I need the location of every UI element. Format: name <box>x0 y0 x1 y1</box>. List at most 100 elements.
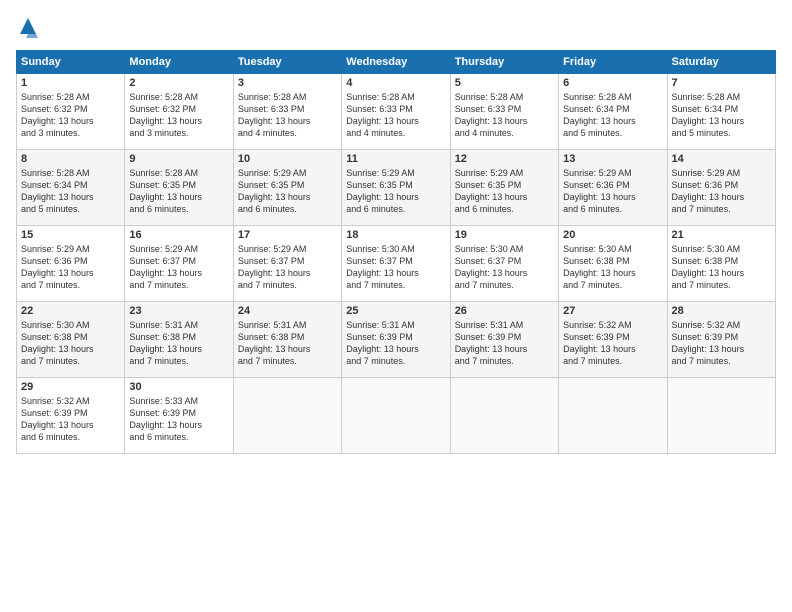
day-number: 30 <box>129 381 228 393</box>
day-info: Sunrise: 5:29 AM Sunset: 6:37 PM Dayligh… <box>238 243 337 292</box>
day-number: 27 <box>563 305 662 317</box>
day-number: 25 <box>346 305 445 317</box>
day-header-saturday: Saturday <box>667 51 775 74</box>
day-info: Sunrise: 5:30 AM Sunset: 6:37 PM Dayligh… <box>455 243 554 292</box>
day-number: 20 <box>563 229 662 241</box>
day-number: 7 <box>672 77 771 89</box>
calendar-cell <box>342 378 450 454</box>
day-info: Sunrise: 5:33 AM Sunset: 6:39 PM Dayligh… <box>129 395 228 444</box>
calendar-table: SundayMondayTuesdayWednesdayThursdayFrid… <box>16 50 776 454</box>
calendar-week-2: 8 Sunrise: 5:28 AM Sunset: 6:34 PM Daylig… <box>17 150 776 226</box>
logo-icon <box>16 16 40 40</box>
day-info: Sunrise: 5:32 AM Sunset: 6:39 PM Dayligh… <box>672 319 771 368</box>
calendar-cell: 12 Sunrise: 5:29 AM Sunset: 6:35 PM Dayli… <box>450 150 558 226</box>
calendar-cell: 19 Sunrise: 5:30 AM Sunset: 6:37 PM Dayli… <box>450 226 558 302</box>
calendar-cell: 28 Sunrise: 5:32 AM Sunset: 6:39 PM Dayli… <box>667 302 775 378</box>
day-number: 17 <box>238 229 337 241</box>
day-number: 1 <box>21 77 120 89</box>
day-number: 26 <box>455 305 554 317</box>
day-header-sunday: Sunday <box>17 51 125 74</box>
day-number: 6 <box>563 77 662 89</box>
day-header-thursday: Thursday <box>450 51 558 74</box>
calendar-cell: 16 Sunrise: 5:29 AM Sunset: 6:37 PM Dayli… <box>125 226 233 302</box>
day-info: Sunrise: 5:29 AM Sunset: 6:35 PM Dayligh… <box>455 167 554 216</box>
day-number: 29 <box>21 381 120 393</box>
day-info: Sunrise: 5:28 AM Sunset: 6:34 PM Dayligh… <box>672 91 771 140</box>
day-number: 5 <box>455 77 554 89</box>
calendar-week-3: 15Sunrise: 5:29 AM Sunset: 6:36 PM Dayli… <box>17 226 776 302</box>
day-info: Sunrise: 5:31 AM Sunset: 6:38 PM Dayligh… <box>238 319 337 368</box>
calendar-cell <box>450 378 558 454</box>
calendar-cell: 3 Sunrise: 5:28 AM Sunset: 6:33 PM Daylig… <box>233 74 341 150</box>
calendar-cell: 15Sunrise: 5:29 AM Sunset: 6:36 PM Dayli… <box>17 226 125 302</box>
page: SundayMondayTuesdayWednesdayThursdayFrid… <box>0 0 792 612</box>
day-header-tuesday: Tuesday <box>233 51 341 74</box>
day-info: Sunrise: 5:32 AM Sunset: 6:39 PM Dayligh… <box>21 395 120 444</box>
day-info: Sunrise: 5:32 AM Sunset: 6:39 PM Dayligh… <box>563 319 662 368</box>
calendar-cell: 2 Sunrise: 5:28 AM Sunset: 6:32 PM Daylig… <box>125 74 233 150</box>
calendar-week-1: 1 Sunrise: 5:28 AM Sunset: 6:32 PM Daylig… <box>17 74 776 150</box>
day-info: Sunrise: 5:30 AM Sunset: 6:37 PM Dayligh… <box>346 243 445 292</box>
day-number: 28 <box>672 305 771 317</box>
day-info: Sunrise: 5:28 AM Sunset: 6:32 PM Dayligh… <box>21 91 120 140</box>
calendar-cell <box>233 378 341 454</box>
day-info: Sunrise: 5:29 AM Sunset: 6:36 PM Dayligh… <box>563 167 662 216</box>
day-number: 8 <box>21 153 120 165</box>
calendar-cell: 27 Sunrise: 5:32 AM Sunset: 6:39 PM Dayli… <box>559 302 667 378</box>
day-info: Sunrise: 5:29 AM Sunset: 6:35 PM Dayligh… <box>238 167 337 216</box>
calendar-cell: 13 Sunrise: 5:29 AM Sunset: 6:36 PM Dayli… <box>559 150 667 226</box>
calendar-cell: 18 Sunrise: 5:30 AM Sunset: 6:37 PM Dayli… <box>342 226 450 302</box>
calendar-cell: 9Sunrise: 5:28 AM Sunset: 6:35 PM Daylig… <box>125 150 233 226</box>
day-number: 14 <box>672 153 771 165</box>
day-info: Sunrise: 5:29 AM Sunset: 6:36 PM Dayligh… <box>21 243 120 292</box>
calendar-cell: 24 Sunrise: 5:31 AM Sunset: 6:38 PM Dayli… <box>233 302 341 378</box>
day-info: Sunrise: 5:28 AM Sunset: 6:35 PM Dayligh… <box>129 167 228 216</box>
day-info: Sunrise: 5:28 AM Sunset: 6:33 PM Dayligh… <box>455 91 554 140</box>
calendar-header-row: SundayMondayTuesdayWednesdayThursdayFrid… <box>17 51 776 74</box>
calendar-cell: 23Sunrise: 5:31 AM Sunset: 6:38 PM Dayli… <box>125 302 233 378</box>
calendar-cell: 6 Sunrise: 5:28 AM Sunset: 6:34 PM Daylig… <box>559 74 667 150</box>
day-number: 16 <box>129 229 228 241</box>
logo <box>16 16 44 40</box>
day-info: Sunrise: 5:30 AM Sunset: 6:38 PM Dayligh… <box>563 243 662 292</box>
day-info: Sunrise: 5:29 AM Sunset: 6:36 PM Dayligh… <box>672 167 771 216</box>
day-number: 24 <box>238 305 337 317</box>
day-info: Sunrise: 5:30 AM Sunset: 6:38 PM Dayligh… <box>21 319 120 368</box>
day-number: 12 <box>455 153 554 165</box>
calendar-cell: 10 Sunrise: 5:29 AM Sunset: 6:35 PM Dayli… <box>233 150 341 226</box>
calendar-cell: 5 Sunrise: 5:28 AM Sunset: 6:33 PM Daylig… <box>450 74 558 150</box>
day-info: Sunrise: 5:28 AM Sunset: 6:32 PM Dayligh… <box>129 91 228 140</box>
calendar-cell: 7 Sunrise: 5:28 AM Sunset: 6:34 PM Daylig… <box>667 74 775 150</box>
calendar-week-5: 29 Sunrise: 5:32 AM Sunset: 6:39 PM Dayli… <box>17 378 776 454</box>
day-number: 3 <box>238 77 337 89</box>
calendar-cell: 30 Sunrise: 5:33 AM Sunset: 6:39 PM Dayli… <box>125 378 233 454</box>
calendar-cell <box>667 378 775 454</box>
day-info: Sunrise: 5:29 AM Sunset: 6:35 PM Dayligh… <box>346 167 445 216</box>
day-info: Sunrise: 5:31 AM Sunset: 6:39 PM Dayligh… <box>455 319 554 368</box>
day-number: 19 <box>455 229 554 241</box>
day-number: 22 <box>21 305 120 317</box>
calendar-cell: 22 Sunrise: 5:30 AM Sunset: 6:38 PM Dayli… <box>17 302 125 378</box>
day-info: Sunrise: 5:29 AM Sunset: 6:37 PM Dayligh… <box>129 243 228 292</box>
day-number: 4 <box>346 77 445 89</box>
day-info: Sunrise: 5:28 AM Sunset: 6:33 PM Dayligh… <box>238 91 337 140</box>
day-number: 18 <box>346 229 445 241</box>
day-number: 21 <box>672 229 771 241</box>
calendar-cell: 4 Sunrise: 5:28 AM Sunset: 6:33 PM Daylig… <box>342 74 450 150</box>
day-info: Sunrise: 5:30 AM Sunset: 6:38 PM Dayligh… <box>672 243 771 292</box>
calendar-cell: 14 Sunrise: 5:29 AM Sunset: 6:36 PM Dayli… <box>667 150 775 226</box>
calendar-cell <box>559 378 667 454</box>
day-header-monday: Monday <box>125 51 233 74</box>
calendar-week-4: 22 Sunrise: 5:30 AM Sunset: 6:38 PM Dayli… <box>17 302 776 378</box>
day-number: 11 <box>346 153 445 165</box>
day-number: 2 <box>129 77 228 89</box>
calendar-cell: 1 Sunrise: 5:28 AM Sunset: 6:32 PM Daylig… <box>17 74 125 150</box>
day-number: 13 <box>563 153 662 165</box>
day-info: Sunrise: 5:28 AM Sunset: 6:33 PM Dayligh… <box>346 91 445 140</box>
day-info: Sunrise: 5:28 AM Sunset: 6:34 PM Dayligh… <box>21 167 120 216</box>
calendar-cell: 26 Sunrise: 5:31 AM Sunset: 6:39 PM Dayli… <box>450 302 558 378</box>
day-info: Sunrise: 5:28 AM Sunset: 6:34 PM Dayligh… <box>563 91 662 140</box>
calendar-cell: 8 Sunrise: 5:28 AM Sunset: 6:34 PM Daylig… <box>17 150 125 226</box>
calendar-cell: 17 Sunrise: 5:29 AM Sunset: 6:37 PM Dayli… <box>233 226 341 302</box>
day-number: 10 <box>238 153 337 165</box>
